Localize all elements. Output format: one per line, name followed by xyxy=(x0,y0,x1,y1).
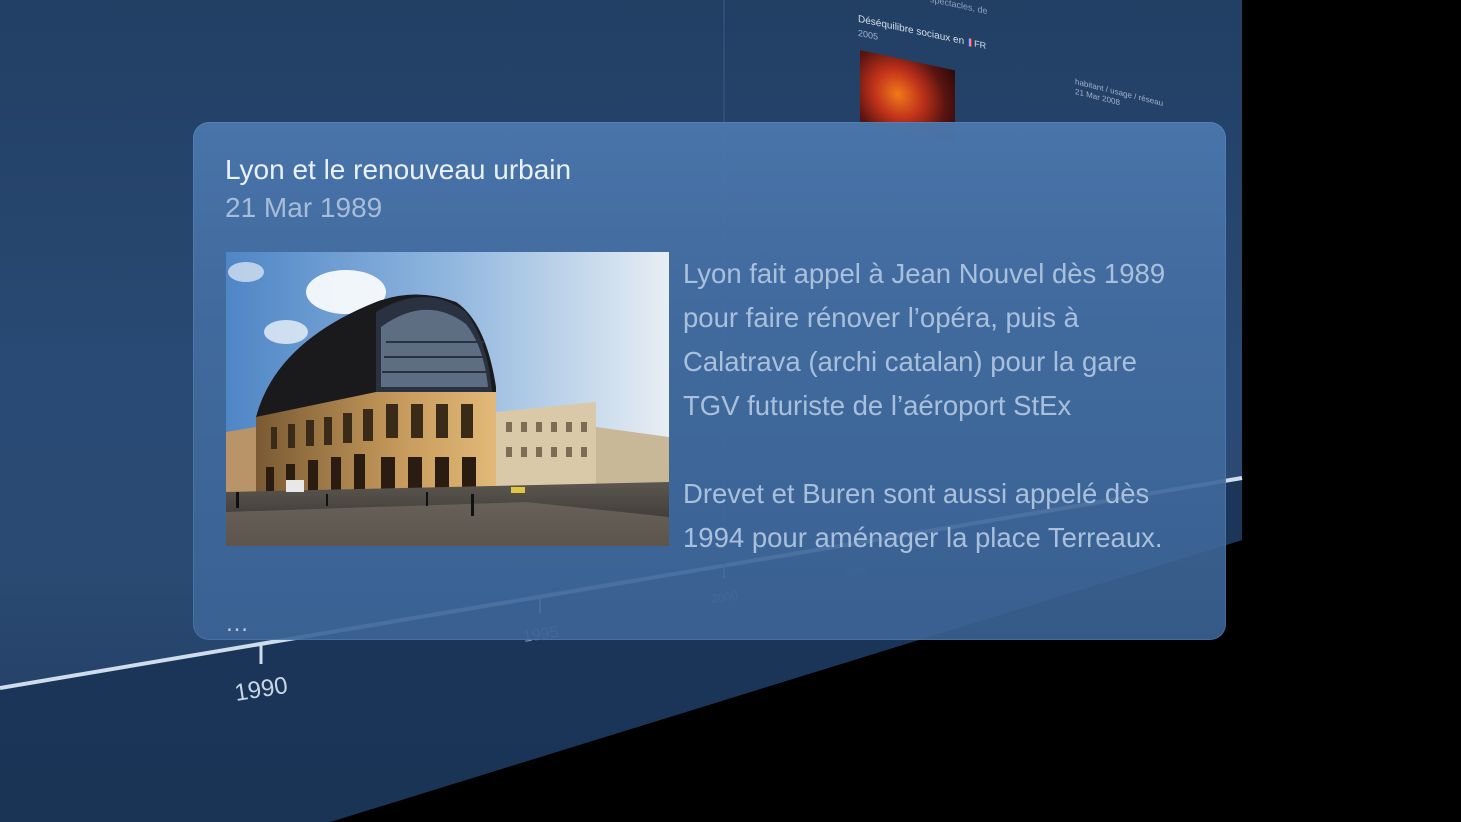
more-indicator[interactable]: … xyxy=(225,610,249,638)
event-title: Lyon et le renouveau urbain xyxy=(225,154,572,185)
timeline-viewport[interactable]: 1990 1995 2000 2005 spectacles, de Déséq… xyxy=(0,0,1461,822)
year-label: 1990 xyxy=(233,672,290,707)
event-detail-popup[interactable]: Lyon et le renouveau urbain 21 Mar 1989 … xyxy=(193,122,1226,640)
opera-lyon-photo xyxy=(226,252,669,546)
event-photo[interactable] xyxy=(226,252,669,546)
background-event-date: 2005 xyxy=(858,27,879,42)
france-flag-icon xyxy=(968,38,973,48)
event-date: 21 Mar 1989 xyxy=(225,192,383,223)
